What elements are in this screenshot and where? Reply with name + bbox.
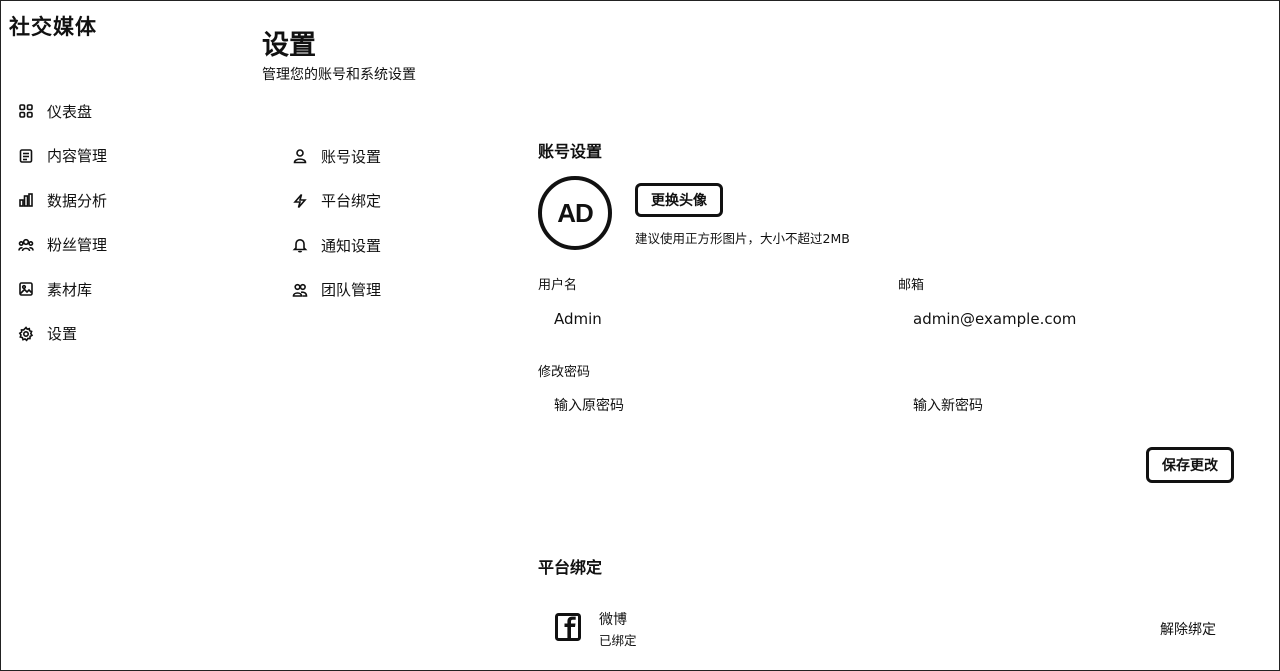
password-label: 修改密码	[538, 365, 591, 380]
app-window: 社交媒体 仪表盘 内容管理 数据分析 粉丝管理 素材库 设置 设置 管理您的账号…	[0, 0, 1280, 671]
sidebar-item-dashboard[interactable]: 仪表盘	[17, 89, 217, 134]
settings-nav-label: 账号设置	[321, 147, 382, 166]
account-section-title: 账号设置	[538, 142, 603, 161]
sidebar-item-content[interactable]: 内容管理	[17, 134, 217, 179]
save-button[interactable]: 保存更改	[1146, 447, 1234, 483]
sidebar-nav: 仪表盘 内容管理 数据分析 粉丝管理 素材库 设置	[17, 89, 217, 356]
settings-nav-account[interactable]: 账号设置	[291, 134, 491, 179]
team-icon	[291, 281, 309, 299]
bar-chart-icon	[17, 191, 35, 209]
settings-nav-team[interactable]: 团队管理	[291, 268, 491, 313]
page-subtitle: 管理您的账号和系统设置	[262, 67, 416, 83]
settings-nav-label: 通知设置	[321, 236, 382, 255]
platform-section-title: 平台绑定	[538, 558, 603, 577]
email-field[interactable]	[913, 307, 1213, 331]
settings-nav-platforms[interactable]: 平台绑定	[291, 179, 491, 224]
change-avatar-button[interactable]: 更换头像	[635, 183, 723, 217]
bell-icon	[291, 236, 309, 254]
settings-nav-notifications[interactable]: 通知设置	[291, 223, 491, 268]
sidebar-item-label: 粉丝管理	[47, 236, 108, 255]
image-icon	[17, 280, 35, 298]
sidebar-item-analytics[interactable]: 数据分析	[17, 178, 217, 223]
settings-nav: 账号设置 平台绑定 通知设置 团队管理	[291, 134, 491, 312]
email-label: 邮箱	[898, 278, 925, 293]
avatar-hint: 建议使用正方形图片，大小不超过2MB	[635, 231, 850, 246]
settings-nav-label: 团队管理	[321, 281, 382, 300]
sidebar-item-settings[interactable]: 设置	[17, 312, 217, 357]
username-label: 用户名	[538, 278, 578, 293]
platform-name: 微博	[599, 612, 627, 628]
user-icon	[291, 147, 309, 165]
unbind-button[interactable]: 解除绑定	[1160, 619, 1216, 639]
settings-nav-label: 平台绑定	[321, 192, 382, 211]
sidebar-item-label: 数据分析	[47, 191, 108, 210]
dashboard-grid-icon	[17, 102, 35, 120]
lightning-icon	[291, 192, 309, 210]
sidebar-item-label: 内容管理	[47, 147, 108, 166]
gear-icon	[17, 325, 35, 343]
users-icon	[17, 236, 35, 254]
sidebar-item-fans[interactable]: 粉丝管理	[17, 223, 217, 268]
sidebar-item-label: 素材库	[47, 280, 93, 299]
old-password-field[interactable]	[554, 394, 854, 418]
new-password-field[interactable]	[913, 394, 1213, 418]
username-field[interactable]	[554, 307, 854, 331]
avatar: AD	[538, 176, 612, 250]
platform-status: 已绑定	[599, 633, 637, 648]
facebook-icon	[555, 613, 581, 641]
brand-title: 社交媒体	[9, 15, 97, 39]
sidebar-item-assets[interactable]: 素材库	[17, 267, 217, 312]
content-icon	[17, 147, 35, 165]
sidebar-item-label: 设置	[47, 325, 78, 344]
page-title: 设置	[262, 30, 316, 61]
sidebar-item-label: 仪表盘	[47, 102, 93, 121]
